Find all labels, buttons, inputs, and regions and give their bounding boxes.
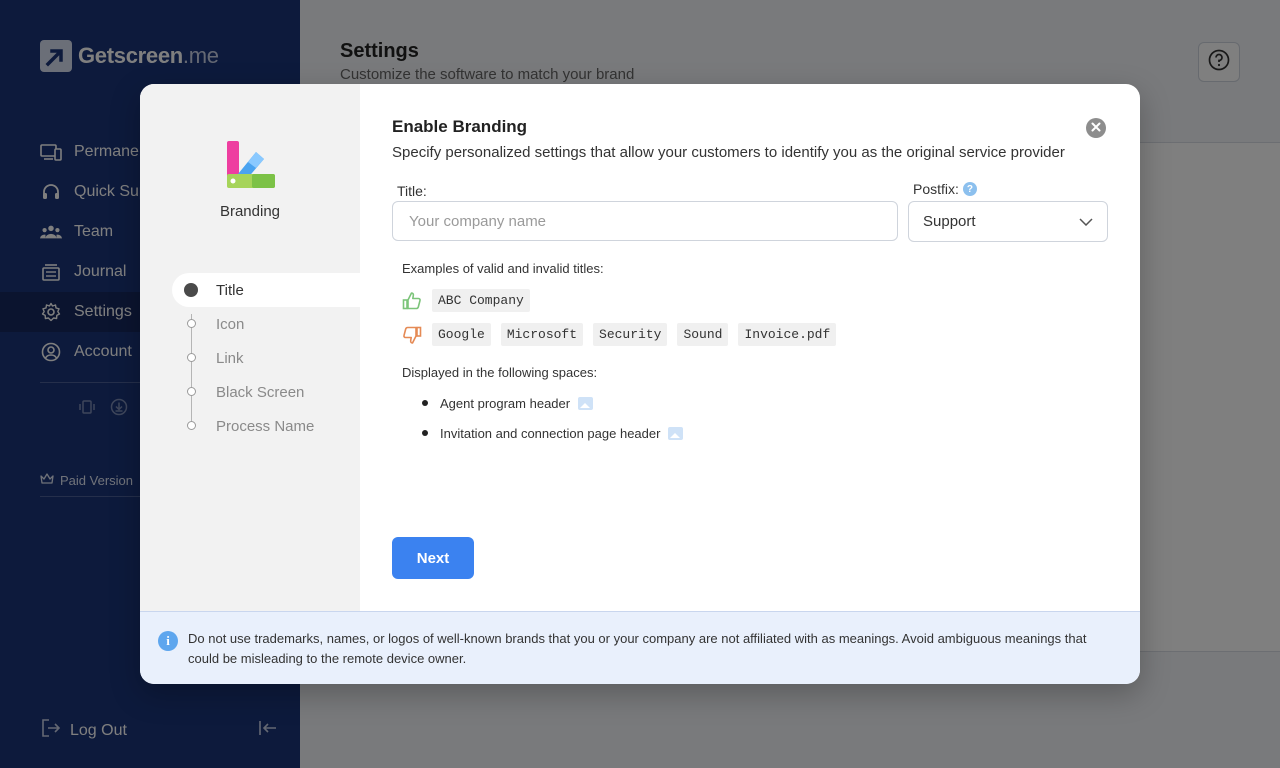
modal-title: Enable Branding xyxy=(392,117,528,136)
postfix-value: Support xyxy=(923,213,976,230)
list-item: Agent program header xyxy=(422,388,683,418)
step-link[interactable]: Link xyxy=(172,341,360,375)
postfix-select[interactable]: Support xyxy=(908,201,1108,242)
postfix-field-label: Postfix: ? xyxy=(913,181,977,197)
bullet xyxy=(422,400,428,406)
displayed-label: Displayed in the following spaces: xyxy=(402,365,598,380)
invalid-example-chip: Sound xyxy=(677,323,729,346)
help-question-icon[interactable]: ? xyxy=(962,182,977,196)
step-label: Link xyxy=(216,349,244,367)
step-icon[interactable]: Icon xyxy=(172,307,360,341)
step-label: Title xyxy=(216,281,244,299)
thumbs-up-icon xyxy=(402,291,422,311)
step-label: Black Screen xyxy=(216,383,305,401)
step-marker xyxy=(184,283,198,297)
list-item: Invitation and connection page header xyxy=(422,418,684,448)
image-preview-icon[interactable] xyxy=(578,396,594,410)
invalid-example-chip: Invoice.pdf xyxy=(738,323,837,346)
valid-example-chip: ABC Company xyxy=(432,289,530,312)
step-title[interactable]: Title xyxy=(172,273,360,307)
close-button[interactable] xyxy=(1086,118,1106,138)
thumbs-down-icon xyxy=(402,325,422,345)
postfix-label-text: Postfix: xyxy=(913,181,959,197)
step-label: Process Name xyxy=(216,417,315,435)
chevron-down-icon xyxy=(1079,213,1093,230)
list-item-label: Agent program header xyxy=(440,395,571,411)
warning-notice: i Do not use trademarks, names, or logos… xyxy=(140,611,1140,684)
invalid-example-chip: Google xyxy=(432,323,491,346)
modal-steps-panel: Branding Title Icon Link Black Screen Pr… xyxy=(140,84,360,611)
branding-modal: Branding Title Icon Link Black Screen Pr… xyxy=(140,84,1140,684)
image-preview-icon[interactable] xyxy=(668,426,684,440)
next-button[interactable]: Next xyxy=(392,537,474,579)
step-marker xyxy=(187,319,196,328)
company-title-input[interactable] xyxy=(392,201,898,241)
step-process-name[interactable]: Process Name xyxy=(172,409,360,443)
title-field-label: Title: xyxy=(397,183,427,199)
modal-description: Specify personalized settings that allow… xyxy=(392,144,1065,161)
invalid-examples-row: Google Microsoft Security Sound Invoice.… xyxy=(402,323,837,346)
palette-icon xyxy=(226,140,276,197)
step-marker xyxy=(187,353,196,362)
bullet xyxy=(422,430,428,436)
step-black-screen[interactable]: Black Screen xyxy=(172,375,360,409)
examples-label: Examples of valid and invalid titles: xyxy=(402,261,604,276)
invalid-example-chip: Microsoft xyxy=(500,323,584,346)
steps-list: Title Icon Link Black Screen Process Nam… xyxy=(172,273,360,443)
list-item-label: Invitation and connection page header xyxy=(440,425,661,441)
notice-text: Do not use trademarks, names, or logos o… xyxy=(188,631,1087,666)
step-marker xyxy=(187,421,196,430)
info-icon: i xyxy=(158,631,178,651)
step-marker xyxy=(187,387,196,396)
branding-label: Branding xyxy=(219,203,281,220)
valid-examples-row: ABC Company xyxy=(402,289,530,312)
step-label: Icon xyxy=(216,315,245,333)
invalid-example-chip: Security xyxy=(593,323,668,346)
close-icon xyxy=(1091,119,1101,137)
displayed-list: Agent program header Invitation and conn… xyxy=(422,388,684,448)
